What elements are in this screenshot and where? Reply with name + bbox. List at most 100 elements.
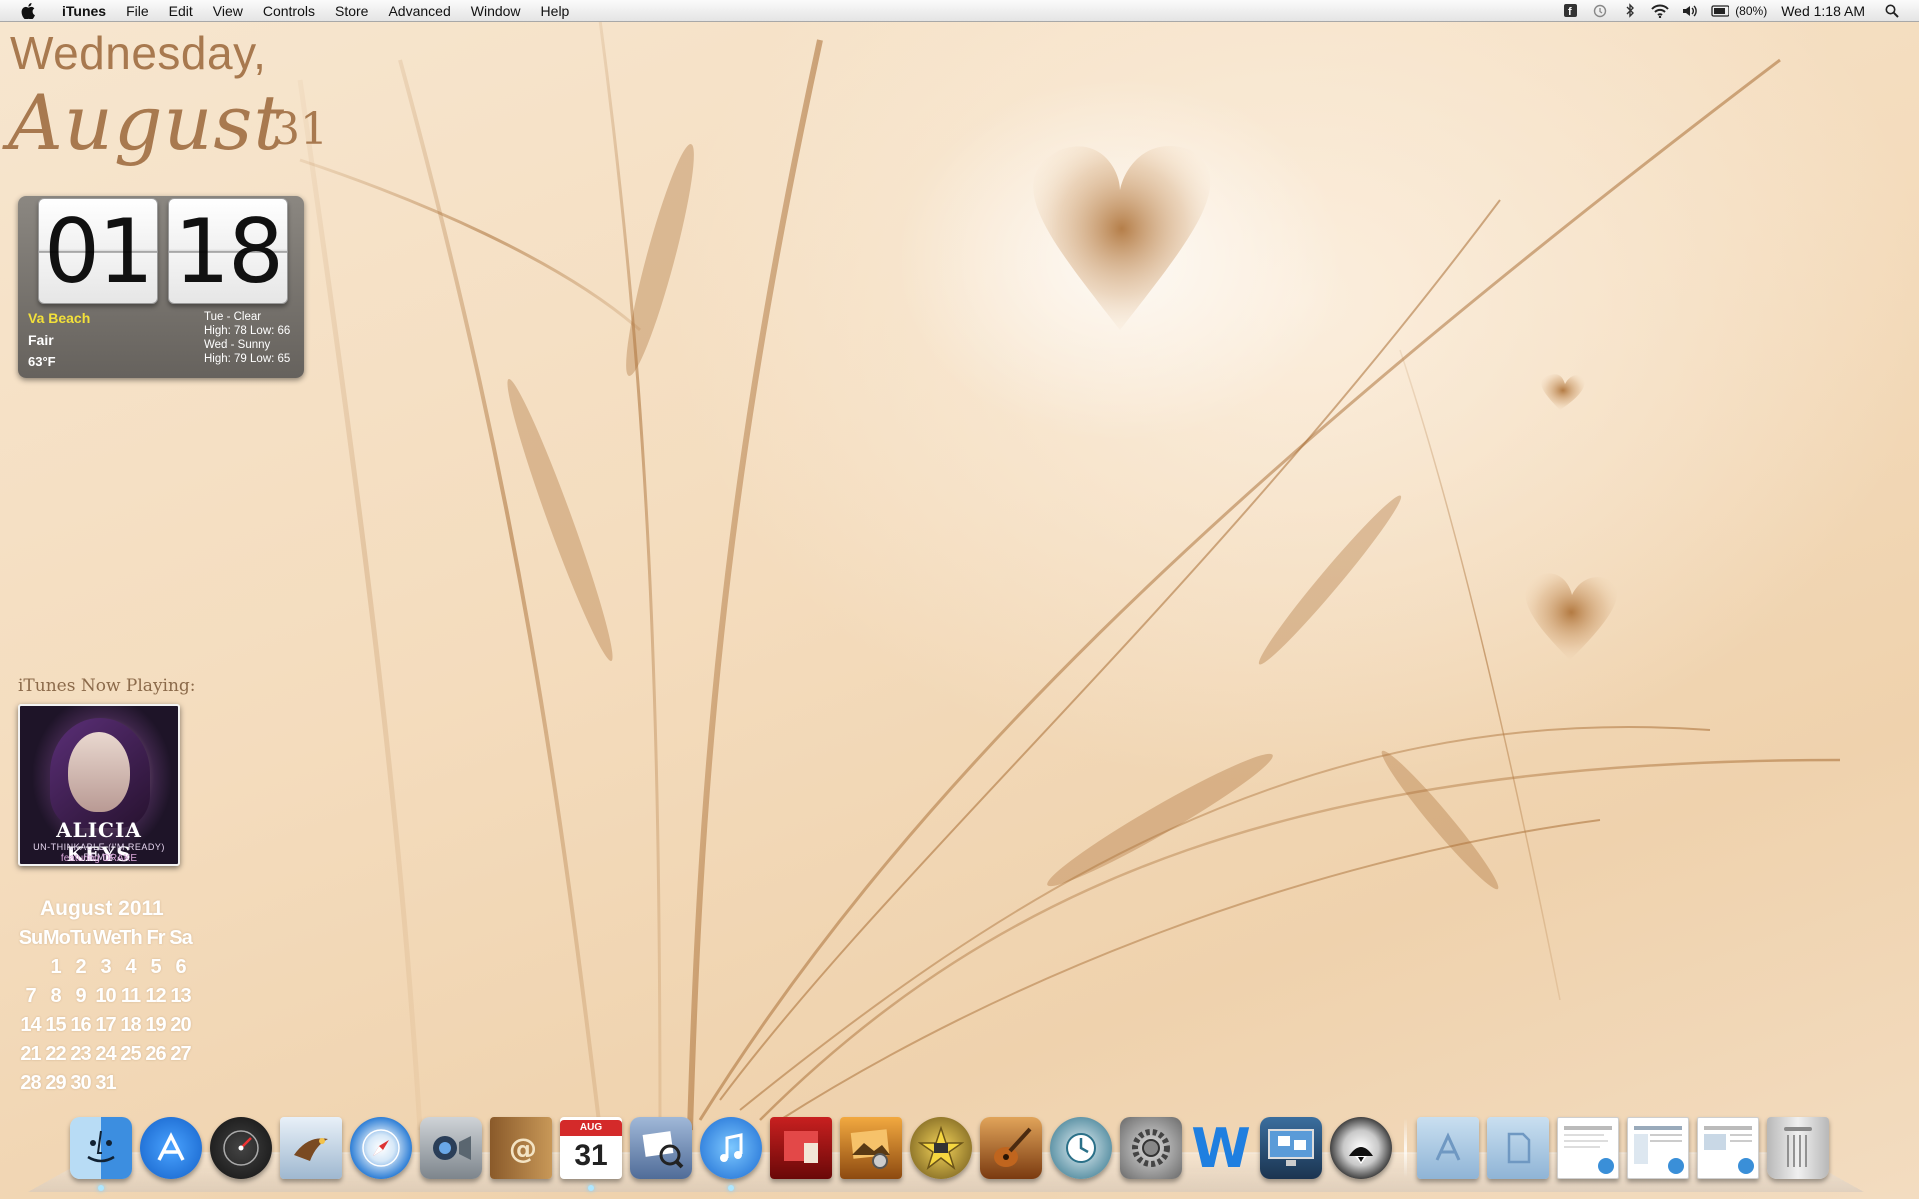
clock-hours: 01 — [38, 198, 158, 304]
calendar-weekday: Mo — [43, 927, 71, 949]
calendar-day: 10 — [95, 985, 116, 1007]
finder-icon[interactable] — [70, 1117, 132, 1191]
running-indicator — [98, 1185, 104, 1191]
calendar-day: 18 — [120, 1014, 141, 1036]
calendar-day: 17 — [95, 1014, 116, 1036]
itunes-icon[interactable] — [700, 1117, 762, 1191]
iphoto-icon[interactable] — [840, 1117, 902, 1179]
applications-folder-icon[interactable] — [1417, 1117, 1479, 1179]
calendar-day: 15 — [45, 1014, 66, 1036]
menu-store[interactable]: Store — [325, 0, 378, 22]
safari-icon[interactable] — [350, 1117, 412, 1179]
facetime-icon[interactable] — [420, 1117, 482, 1179]
calendar-day: 14 — [20, 1014, 41, 1036]
calendar-day: 13 — [170, 985, 191, 1007]
calendar-grid: Su Mo Tu We Th Fr Sa 1 2 3 4 5 6 7 8 9 10 11 12 13 14 15 16 17 1… — [18, 924, 193, 1098]
calendar-weekday: Su — [18, 927, 44, 949]
wifi-icon[interactable] — [1651, 2, 1669, 20]
dock-separator — [1404, 1118, 1407, 1178]
system-preferences-icon[interactable] — [1120, 1117, 1182, 1179]
running-indicator — [728, 1185, 734, 1191]
clock-minutes: 18 — [168, 198, 288, 304]
calendar-day: 8 — [50, 985, 61, 1007]
dashboard-icon[interactable] — [210, 1117, 272, 1179]
menu-window[interactable]: Window — [461, 0, 531, 22]
menu-app-name[interactable]: iTunes — [52, 0, 116, 22]
battery-icon[interactable] — [1711, 2, 1730, 20]
calendar-day: 9 — [75, 985, 86, 1007]
window-thumbnail-icon[interactable] — [1697, 1117, 1759, 1179]
calendar-weekday: Fr — [146, 927, 166, 949]
date-month: August — [8, 78, 285, 167]
ical-day: 31 — [574, 1139, 608, 1172]
calendar-day: 25 — [120, 1043, 141, 1065]
weather-city: Va Beach — [28, 310, 91, 326]
volume-icon[interactable] — [1681, 2, 1699, 20]
calendar-day: 30 — [70, 1072, 91, 1094]
menu-file[interactable]: File — [116, 0, 159, 22]
trash-icon[interactable] — [1767, 1117, 1829, 1179]
weather-temperature: 63°F — [28, 354, 56, 369]
menu-controls[interactable]: Controls — [253, 0, 325, 22]
wallpaper — [297, 19, 1841, 1131]
calendar-day: 29 — [45, 1072, 66, 1094]
album-featuring: featuring DRAKE — [60, 853, 138, 864]
album-art[interactable]: ALICIA KEYS UN-THINKABLE (I'M READY) REM… — [18, 704, 180, 866]
calendar-day: 6 — [175, 956, 186, 978]
calendar-day: 19 — [145, 1014, 166, 1036]
calendar-day — [143, 1069, 168, 1098]
forecast-line: Wed - Sunny — [204, 339, 271, 351]
calendar-weekday: We — [93, 927, 122, 949]
calendar-day — [168, 1069, 193, 1098]
apple-icon[interactable] — [18, 1, 38, 21]
time-machine-icon[interactable] — [1591, 2, 1609, 20]
dvd-player-icon[interactable] — [1330, 1117, 1392, 1179]
calendar-day: 12 — [145, 985, 166, 1007]
menu-help[interactable]: Help — [531, 0, 580, 22]
calendar-day: 20 — [170, 1014, 191, 1036]
weather-clock-widget[interactable]: 01 18 Va Beach Fair 63°F Tue - Clear Hig… — [18, 196, 304, 378]
bluetooth-icon[interactable] — [1621, 2, 1639, 20]
calendar-day: 26 — [145, 1043, 166, 1065]
spotlight-icon[interactable] — [1883, 2, 1901, 20]
calendar-day: 31 — [95, 1072, 116, 1094]
date-weekday: Wednesday, — [10, 27, 267, 79]
window-thumbnail-icon[interactable] — [1557, 1117, 1619, 1179]
preview-icon[interactable] — [630, 1117, 692, 1179]
svg-text:@: @ — [509, 1132, 537, 1165]
forecast-line: High: 79 Low: 65 — [204, 353, 291, 365]
menu-advanced[interactable]: Advanced — [378, 0, 460, 22]
battery-percentage: (80%) — [1735, 3, 1768, 18]
time-machine-dock-icon[interactable] — [1050, 1117, 1112, 1179]
calendar-day: 7 — [25, 985, 36, 1007]
calendar-day: 23 — [70, 1043, 91, 1065]
now-playing-label: iTunes Now Playing: — [18, 676, 196, 696]
front-row-icon[interactable] — [770, 1117, 832, 1179]
ical-month: AUG — [560, 1120, 622, 1136]
imovie-icon[interactable] — [910, 1117, 972, 1179]
calendar-day: 4 — [125, 956, 136, 978]
documents-folder-icon[interactable] — [1487, 1117, 1549, 1179]
calendar-weekday: Sa — [169, 927, 192, 949]
mail-icon[interactable] — [280, 1117, 342, 1179]
calendar-day: 27 — [170, 1043, 191, 1065]
calendar-day: 16 — [70, 1014, 91, 1036]
garageband-icon[interactable] — [980, 1117, 1042, 1179]
album-art-face — [68, 732, 130, 812]
calendar-day: 11 — [120, 985, 141, 1007]
app-store-icon[interactable] — [140, 1117, 202, 1179]
calendar-day: 1 — [50, 956, 61, 978]
facebook-icon[interactable]: f — [1561, 2, 1579, 20]
screen-sharing-icon[interactable] — [1260, 1117, 1322, 1179]
menu-clock[interactable]: Wed 1:18 AM — [1781, 3, 1865, 19]
calendar-weekday: Th — [119, 927, 142, 949]
calendar-weekday: Tu — [70, 927, 92, 949]
menu-view[interactable]: View — [203, 0, 253, 22]
microsoft-word-icon[interactable]: W — [1190, 1117, 1252, 1180]
address-book-icon[interactable]: @ — [490, 1117, 552, 1179]
menu-bar: iTunes File Edit View Controls Store Adv… — [0, 0, 1919, 22]
date-day: 31 — [272, 104, 328, 155]
window-thumbnail-icon[interactable] — [1627, 1117, 1689, 1179]
ical-icon[interactable]: AUG 31 — [560, 1117, 622, 1191]
menu-edit[interactable]: Edit — [159, 0, 203, 22]
